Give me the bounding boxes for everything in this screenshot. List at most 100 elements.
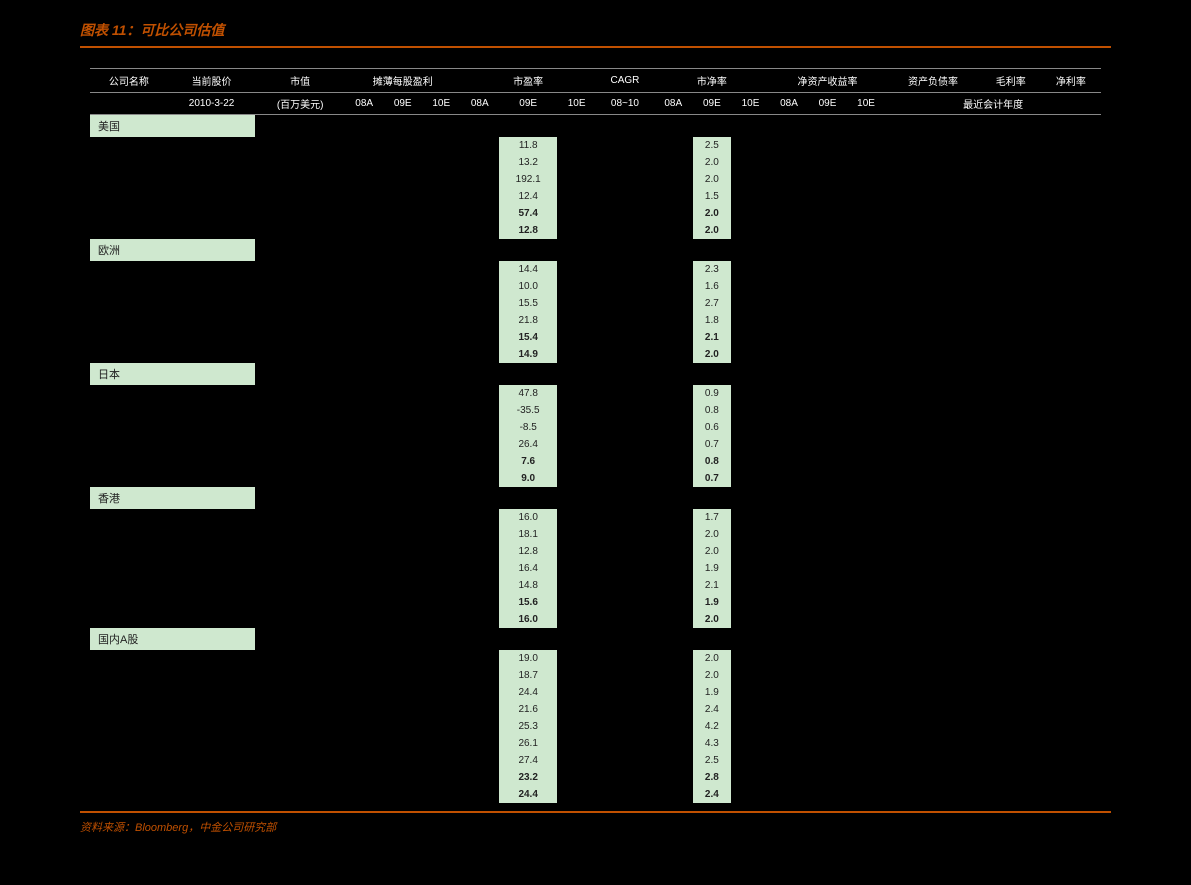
cell-empty — [383, 188, 422, 205]
table-row: 16.01.7 — [90, 509, 1101, 526]
cell-empty — [255, 650, 345, 667]
cell-empty — [90, 295, 168, 312]
cell-empty — [770, 453, 809, 470]
cell-empty — [731, 701, 770, 718]
cell-pe-09e: 11.8 — [499, 137, 557, 154]
cell-empty — [731, 171, 770, 188]
cell-empty — [981, 684, 1041, 701]
cell-empty — [345, 526, 384, 543]
cell-empty — [557, 402, 596, 419]
cell-pe-09e: 14.4 — [499, 261, 557, 278]
cell-empty — [383, 205, 422, 222]
cell-empty — [731, 346, 770, 363]
cell-empty — [557, 137, 596, 154]
cell-empty — [885, 346, 980, 363]
cell-empty — [460, 560, 499, 577]
cell-empty — [168, 526, 256, 543]
cell-empty — [383, 786, 422, 803]
cell-empty — [654, 295, 693, 312]
cell-empty — [654, 594, 693, 611]
cell-empty — [422, 419, 461, 436]
cell-pe-09e: 10.0 — [499, 278, 557, 295]
cell-empty — [168, 402, 256, 419]
cell-empty — [731, 329, 770, 346]
cell-pb-09e: 2.4 — [693, 786, 732, 803]
cell-empty — [808, 436, 847, 453]
cell-empty — [168, 312, 256, 329]
cell-empty — [90, 402, 168, 419]
cell-empty — [557, 577, 596, 594]
sub-pe-08a: 08A — [460, 93, 499, 115]
cell-empty — [654, 261, 693, 278]
cell-empty — [770, 786, 809, 803]
cell-pb-09e: 2.0 — [693, 222, 732, 239]
cell-empty — [1041, 385, 1101, 402]
cell-empty — [383, 752, 422, 769]
sub-pb-10e: 10E — [731, 93, 770, 115]
table-row: 16.41.9 — [90, 560, 1101, 577]
cell-empty — [731, 261, 770, 278]
cell-empty — [383, 577, 422, 594]
cell-empty — [808, 154, 847, 171]
cell-empty — [808, 786, 847, 803]
cell-empty — [460, 295, 499, 312]
cell-empty — [1041, 611, 1101, 628]
cell-empty — [808, 453, 847, 470]
cell-empty — [345, 684, 384, 701]
cell-empty — [460, 611, 499, 628]
sub-pb-09e: 09E — [693, 93, 732, 115]
cell-empty — [383, 402, 422, 419]
cell-empty — [1041, 786, 1101, 803]
cell-empty — [654, 278, 693, 295]
cell-pb-09e: 2.5 — [693, 752, 732, 769]
cell-empty — [847, 650, 886, 667]
cell-empty — [460, 667, 499, 684]
cell-empty — [596, 222, 654, 239]
cell-empty — [885, 436, 980, 453]
cell-empty — [255, 346, 345, 363]
cell-empty — [596, 402, 654, 419]
cell-empty — [345, 470, 384, 487]
cell-empty — [981, 577, 1041, 594]
cell-empty — [770, 684, 809, 701]
cell-empty — [981, 526, 1041, 543]
cell-empty — [981, 752, 1041, 769]
cell-empty — [847, 543, 886, 560]
cell-empty — [731, 667, 770, 684]
cell-empty — [422, 560, 461, 577]
cell-empty — [654, 436, 693, 453]
cell-empty — [1041, 295, 1101, 312]
cell-empty — [460, 278, 499, 295]
cell-empty — [1041, 470, 1101, 487]
cell-empty — [770, 188, 809, 205]
region-header: 香港 — [90, 487, 1101, 509]
cell-empty — [1041, 509, 1101, 526]
cell-empty — [885, 526, 980, 543]
cell-empty — [731, 526, 770, 543]
cell-empty — [981, 295, 1041, 312]
cell-empty — [168, 735, 256, 752]
cell-empty — [90, 154, 168, 171]
cell-empty — [255, 154, 345, 171]
cell-empty — [808, 137, 847, 154]
cell-empty — [255, 205, 345, 222]
cell-empty — [981, 509, 1041, 526]
cell-empty — [557, 154, 596, 171]
cell-empty — [90, 453, 168, 470]
cell-empty — [770, 543, 809, 560]
cell-empty — [557, 594, 596, 611]
cell-empty — [1041, 718, 1101, 735]
region-header: 日本 — [90, 363, 1101, 385]
cell-empty — [383, 701, 422, 718]
cell-empty — [885, 769, 980, 786]
cell-empty — [731, 594, 770, 611]
cell-empty — [731, 735, 770, 752]
cell-empty — [345, 346, 384, 363]
cell-empty — [1041, 278, 1101, 295]
cell-empty — [847, 509, 886, 526]
cell-pb-09e: 2.5 — [693, 137, 732, 154]
cell-empty — [847, 718, 886, 735]
cell-empty — [885, 419, 980, 436]
cell-pe-09e: -8.5 — [499, 419, 557, 436]
cell-empty — [770, 735, 809, 752]
